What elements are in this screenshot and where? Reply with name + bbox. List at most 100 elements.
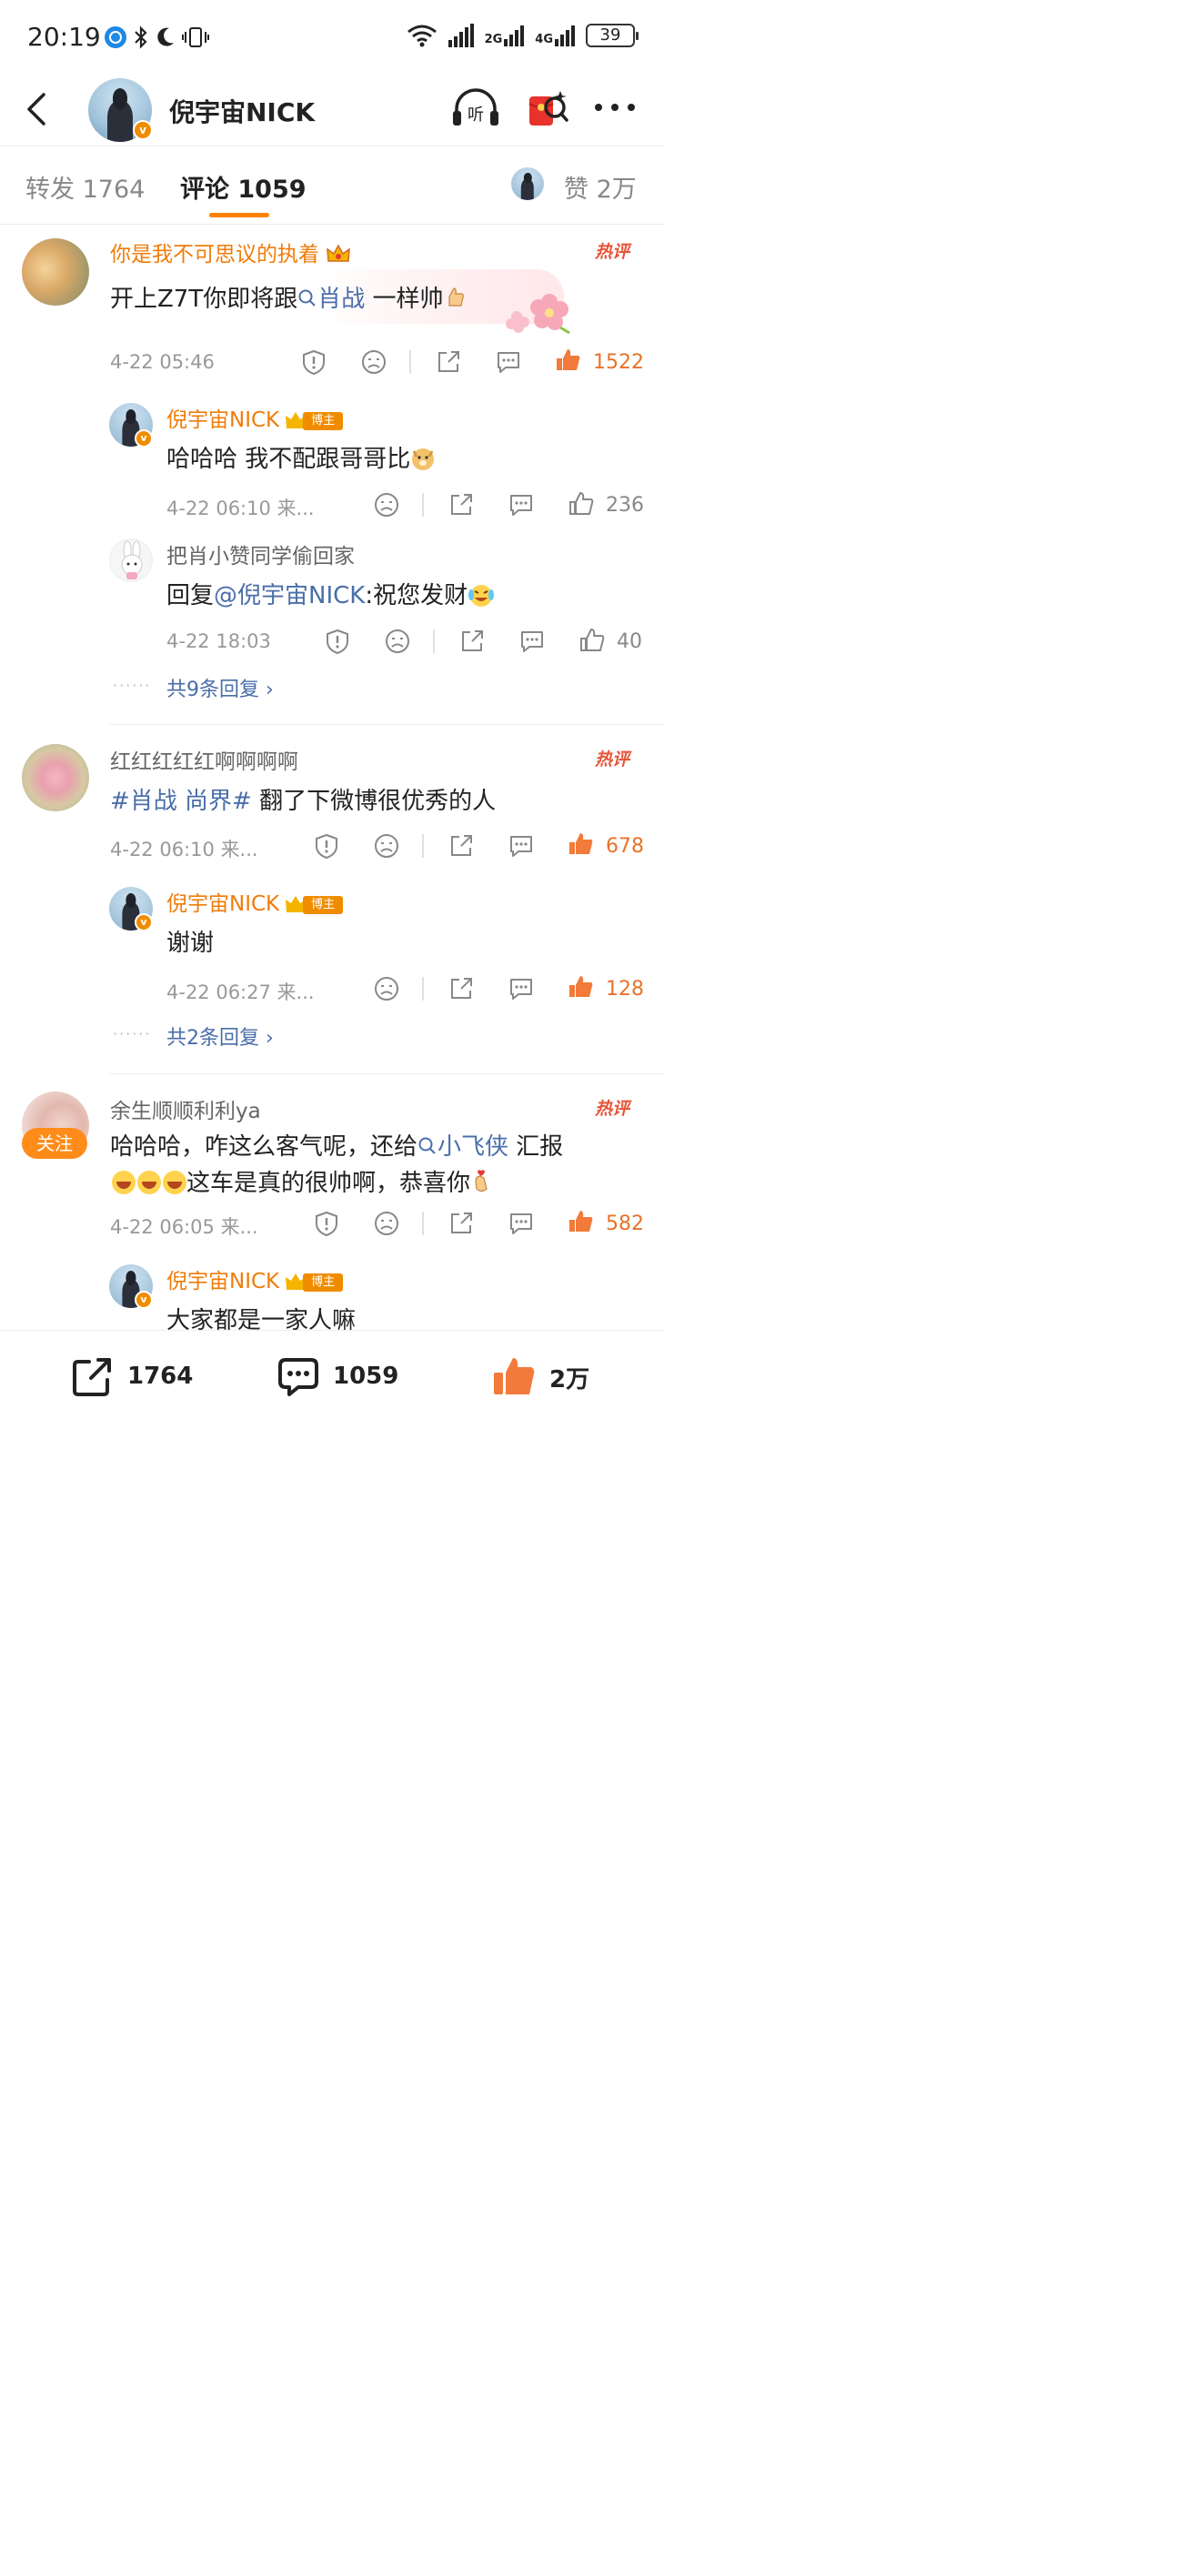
comment-username[interactable]: 余生顺顺利利ya bbox=[110, 1093, 261, 1124]
signal-2g-icon: 2G bbox=[485, 25, 525, 46]
like-icon[interactable] bbox=[555, 347, 582, 374]
action-separator bbox=[422, 977, 424, 1001]
like-count: 1522 bbox=[593, 351, 644, 374]
action-separator bbox=[422, 493, 424, 517]
reply-time: 4-22 18:03 bbox=[166, 630, 271, 652]
listen-headphones-icon[interactable]: 听 bbox=[451, 87, 500, 129]
follow-button[interactable]: 关注 bbox=[22, 1128, 87, 1159]
dislike-face-icon[interactable] bbox=[384, 628, 411, 655]
topic-link[interactable]: 肖战 bbox=[297, 286, 365, 313]
reply-avatar[interactable] bbox=[109, 538, 153, 582]
thumbs-up-emoji-icon bbox=[448, 287, 464, 307]
like-icon[interactable] bbox=[568, 1208, 595, 1235]
search-icon bbox=[418, 1137, 436, 1154]
report-icon[interactable] bbox=[300, 348, 327, 376]
topic-link[interactable]: 小飞侠 bbox=[417, 1133, 508, 1161]
reply-icon[interactable] bbox=[508, 975, 535, 1002]
hot-comment-badge: 热评 bbox=[595, 750, 630, 770]
dislike-face-icon[interactable] bbox=[373, 491, 400, 518]
like-count: 678 bbox=[606, 835, 644, 858]
topic-hashtag-link[interactable]: #肖战 尚界# bbox=[110, 788, 252, 815]
verified-badge-icon: v bbox=[133, 120, 153, 140]
reply-username[interactable]: 倪宇宙NICK 博主 bbox=[166, 402, 345, 433]
dislike-face-icon[interactable] bbox=[360, 348, 387, 376]
clock: 20:19 bbox=[27, 22, 101, 52]
comment-username[interactable]: 你是我不可思议的执着 bbox=[110, 236, 351, 267]
top-nav: v 倪宇宙NICK 听 bbox=[0, 78, 664, 146]
dislike-face-icon[interactable] bbox=[373, 832, 400, 860]
wifi-icon bbox=[407, 25, 437, 47]
reply-text: 回复@倪宇宙NICK:祝您发财 bbox=[166, 577, 495, 610]
finger-heart-emoji-icon bbox=[475, 1170, 488, 1192]
like-icon[interactable] bbox=[578, 627, 606, 654]
laugh-emoji-icon bbox=[112, 1171, 136, 1194]
reply-username[interactable]: 倪宇宙NICK 博主 bbox=[166, 886, 345, 917]
report-icon[interactable] bbox=[324, 628, 351, 655]
hot-comment-badge: 热评 bbox=[595, 242, 630, 262]
comment-time: 4-22 06:10 来... bbox=[110, 839, 258, 860]
like-icon[interactable] bbox=[568, 973, 595, 1001]
ellipsis-dots: ······ bbox=[113, 677, 152, 694]
comment-icon bbox=[278, 1358, 318, 1396]
tab-like[interactable]: 赞 2万 bbox=[564, 169, 637, 205]
back-arrow-icon[interactable] bbox=[22, 89, 55, 129]
tab-repost[interactable]: 转发 1764 bbox=[25, 169, 145, 205]
tab-bar: 转发 1764 评论 1059 赞 2万 bbox=[0, 147, 664, 224]
repost-icon bbox=[73, 1358, 111, 1396]
vibrate-icon bbox=[182, 27, 209, 47]
more-replies-link[interactable]: 共9条回复 › bbox=[166, 673, 274, 702]
comment-time: 4-22 05:46 bbox=[110, 351, 215, 373]
moon-icon bbox=[157, 27, 174, 46]
share-icon[interactable] bbox=[448, 491, 475, 518]
commenter-avatar[interactable] bbox=[22, 744, 89, 811]
report-icon[interactable] bbox=[313, 1210, 340, 1237]
liker-avatar bbox=[511, 167, 544, 200]
like-icon[interactable] bbox=[568, 490, 595, 518]
report-icon[interactable] bbox=[313, 832, 340, 860]
bottom-repost-button[interactable]: 1764 bbox=[71, 1354, 193, 1398]
action-separator bbox=[422, 834, 424, 858]
action-separator bbox=[409, 350, 411, 374]
tab-comment[interactable]: 评论 1059 bbox=[180, 169, 307, 205]
flower-decoration-icon bbox=[506, 294, 570, 335]
share-icon[interactable] bbox=[448, 832, 475, 860]
reply-text: 谢谢 bbox=[166, 930, 215, 957]
reply-icon[interactable] bbox=[508, 832, 535, 860]
like-icon[interactable] bbox=[568, 830, 595, 858]
reply-username[interactable]: 把肖小赞同学偷回家 bbox=[166, 538, 355, 569]
red-packet-search-icon[interactable] bbox=[526, 87, 569, 131]
comment-text: #肖战 尚界# 翻了下微博很优秀的人 bbox=[110, 788, 497, 815]
dislike-face-icon[interactable] bbox=[373, 1210, 400, 1237]
bottom-like-button[interactable]: 2万 bbox=[491, 1354, 589, 1400]
reply-time: 4-22 06:10 来... bbox=[166, 498, 315, 519]
mention-link[interactable]: @倪宇宙NICK bbox=[214, 582, 365, 609]
bottom-comment-button[interactable]: 1059 bbox=[277, 1354, 398, 1398]
laugh-emoji-icon bbox=[137, 1171, 161, 1194]
author-badge: 博主 bbox=[285, 1272, 345, 1293]
comment-username[interactable]: 红红红红红啊啊啊啊 bbox=[110, 744, 298, 775]
reply-icon[interactable] bbox=[508, 491, 535, 518]
reply-icon[interactable] bbox=[518, 628, 546, 655]
status-icons-left bbox=[104, 25, 209, 49]
share-icon[interactable] bbox=[448, 1210, 475, 1237]
comment-divider bbox=[109, 724, 664, 725]
commenter-avatar[interactable] bbox=[22, 238, 89, 306]
share-icon[interactable] bbox=[448, 975, 475, 1002]
reply-icon[interactable] bbox=[508, 1210, 535, 1237]
reply-username[interactable]: 倪宇宙NICK 博主 bbox=[166, 1263, 345, 1294]
page-title: 倪宇宙NICK bbox=[169, 97, 316, 127]
verified-badge-icon: v bbox=[135, 913, 153, 931]
active-tab-indicator bbox=[209, 213, 269, 217]
share-icon[interactable] bbox=[458, 628, 486, 655]
more-replies-link[interactable]: 共2条回复 › bbox=[166, 1021, 274, 1051]
comment-text: 开上Z7T你即将跟 肖战 一样帅 bbox=[110, 280, 466, 314]
ellipsis-dots: ······ bbox=[113, 1025, 152, 1042]
laugh-emoji-icon bbox=[163, 1171, 186, 1194]
more-options-icon[interactable] bbox=[593, 96, 637, 118]
comment-text-line1: 哈哈哈，咋这么客气呢，还给 小飞侠 汇报 bbox=[110, 1133, 564, 1161]
search-icon bbox=[298, 289, 316, 307]
share-icon[interactable] bbox=[435, 348, 462, 376]
verified-badge-icon: v bbox=[135, 1291, 153, 1309]
reply-icon[interactable] bbox=[495, 348, 522, 376]
dislike-face-icon[interactable] bbox=[373, 975, 400, 1002]
